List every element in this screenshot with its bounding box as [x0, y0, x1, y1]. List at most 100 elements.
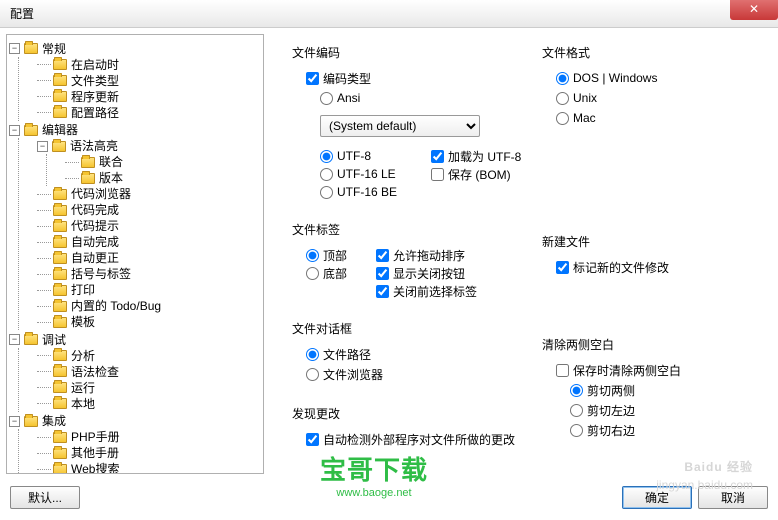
format-dos-radio[interactable] — [556, 72, 569, 85]
close-select-label: 关闭前选择标签 — [393, 283, 477, 300]
encoding-type-checkbox[interactable] — [306, 72, 319, 85]
tree-item-syntax-0[interactable]: 联合 — [65, 154, 261, 170]
collapse-icon[interactable]: − — [37, 141, 48, 152]
tab-bottom-radio[interactable] — [306, 267, 319, 280]
tree-label: 内置的 Todo/Bug — [71, 298, 161, 314]
folder-icon — [53, 432, 67, 443]
ansi-radio[interactable] — [320, 92, 333, 105]
tree-label: 调试 — [42, 332, 66, 348]
tree-item-debug-1[interactable]: 语法检查 — [37, 364, 261, 380]
trim-left-label: 剪切左边 — [587, 402, 635, 419]
tree-label: 自动完成 — [71, 234, 119, 250]
tree-item-general-2[interactable]: 程序更新 — [37, 89, 261, 105]
tree-item-general-1[interactable]: 文件类型 — [37, 73, 261, 89]
tree-item-editor-3[interactable]: 自动完成 — [37, 234, 261, 250]
group-trim-title: 清除两侧空白 — [542, 336, 764, 353]
encoding-type-label: 编码类型 — [323, 70, 371, 87]
utf8-label: UTF-8 — [337, 149, 371, 163]
tree-label: 语法检查 — [71, 364, 119, 380]
tree-item-debug-3[interactable]: 本地 — [37, 396, 261, 412]
tree-item-editor-4[interactable]: 自动更正 — [37, 250, 261, 266]
group-dialog-title: 文件对话框 — [292, 320, 532, 337]
trim-right-label: 剪切右边 — [587, 422, 635, 439]
system-default-select[interactable]: (System default) — [320, 115, 480, 137]
dialog-path-label: 文件路径 — [323, 346, 371, 363]
folder-icon — [24, 334, 38, 345]
ok-button[interactable]: 确定 — [622, 486, 692, 509]
show-close-checkbox[interactable] — [376, 267, 389, 280]
tree-item-editor-2[interactable]: 代码提示 — [37, 218, 261, 234]
save-bom-label: 保存 (BOM) — [448, 166, 511, 183]
tree-item-editor-0[interactable]: 代码浏览器 — [37, 186, 261, 202]
tree-item-integ-1[interactable]: 其他手册 — [37, 445, 261, 461]
tree-item-editor[interactable]: −编辑器 — [9, 122, 261, 138]
tree-item-editor-8[interactable]: 模板 — [37, 314, 261, 330]
tree-item-debug-2[interactable]: 运行 — [37, 380, 261, 396]
folder-icon — [53, 107, 67, 118]
allow-drag-checkbox[interactable] — [376, 249, 389, 262]
trim-both-radio[interactable] — [570, 384, 583, 397]
folder-icon — [53, 221, 67, 232]
load-utf8-label: 加载为 UTF-8 — [448, 148, 521, 165]
tree-label: Web搜索 — [71, 461, 119, 474]
collapse-icon[interactable]: − — [9, 43, 20, 54]
tree-label: 程序更新 — [71, 89, 119, 105]
tree-label: 其他手册 — [71, 445, 119, 461]
tree-item-editor-1[interactable]: 代码完成 — [37, 202, 261, 218]
collapse-icon[interactable]: − — [9, 334, 20, 345]
tree-item-syntax[interactable]: −语法高亮 — [37, 138, 261, 154]
utf16be-radio[interactable] — [320, 186, 333, 199]
format-unix-radio[interactable] — [556, 92, 569, 105]
tree-label: 运行 — [71, 380, 95, 396]
folder-icon — [53, 382, 67, 393]
utf16le-radio[interactable] — [320, 168, 333, 181]
dialog-browser-radio[interactable] — [306, 368, 319, 381]
tree-item-debug[interactable]: − 调试 — [9, 332, 261, 348]
tree-label: 在启动时 — [71, 57, 119, 73]
save-bom-checkbox[interactable] — [431, 168, 444, 181]
trim-both-label: 剪切两侧 — [587, 382, 635, 399]
tab-top-label: 顶部 — [323, 247, 347, 264]
collapse-icon[interactable]: − — [9, 125, 20, 136]
tree-item-general-0[interactable]: 在启动时 — [37, 57, 261, 73]
tree-label: 代码浏览器 — [71, 186, 131, 202]
tree-label: 配置路径 — [71, 105, 119, 121]
tab-top-radio[interactable] — [306, 249, 319, 262]
folder-icon — [81, 157, 95, 168]
tree-item-syntax-1[interactable]: 版本 — [65, 170, 261, 186]
tree-item-debug-0[interactable]: 分析 — [37, 348, 261, 364]
title-bar: 配置 ✕ — [0, 0, 778, 28]
dialog-path-radio[interactable] — [306, 348, 319, 361]
tree-label: 集成 — [42, 413, 66, 429]
tree-item-integ-0[interactable]: PHP手册 — [37, 429, 261, 445]
tree-item-editor-7[interactable]: 内置的 Todo/Bug — [37, 298, 261, 314]
tree-item-general[interactable]: −常规 — [9, 41, 261, 57]
folder-icon — [53, 301, 67, 312]
close-select-checkbox[interactable] — [376, 285, 389, 298]
tree-item-general-3[interactable]: 配置路径 — [37, 105, 261, 121]
tree-item-editor-6[interactable]: 打印 — [37, 282, 261, 298]
close-button[interactable]: ✕ — [730, 0, 778, 20]
format-mac-radio[interactable] — [556, 112, 569, 125]
tree-item-editor-5[interactable]: 括号与标签 — [37, 266, 261, 282]
mark-modified-label: 标记新的文件修改 — [573, 259, 669, 276]
folder-icon — [81, 173, 95, 184]
tree-item-integ-2[interactable]: Web搜索 — [37, 461, 261, 474]
mark-modified-checkbox[interactable] — [556, 261, 569, 274]
collapse-icon[interactable]: − — [9, 416, 20, 427]
folder-icon — [53, 189, 67, 200]
tree-item-integration[interactable]: − 集成 — [9, 413, 261, 429]
tree-label: 文件类型 — [71, 73, 119, 89]
trim-right-radio[interactable] — [570, 424, 583, 437]
load-utf8-checkbox[interactable] — [431, 150, 444, 163]
tree-label: 模板 — [71, 314, 95, 330]
utf8-radio[interactable] — [320, 150, 333, 163]
group-newfile-title: 新建文件 — [542, 233, 764, 250]
folder-icon — [53, 464, 67, 475]
trim-left-radio[interactable] — [570, 404, 583, 417]
save-trim-checkbox[interactable] — [556, 364, 569, 377]
cancel-button[interactable]: 取消 — [698, 486, 768, 509]
auto-detect-checkbox[interactable] — [306, 433, 319, 446]
folder-icon — [53, 398, 67, 409]
default-button[interactable]: 默认... — [10, 486, 80, 509]
